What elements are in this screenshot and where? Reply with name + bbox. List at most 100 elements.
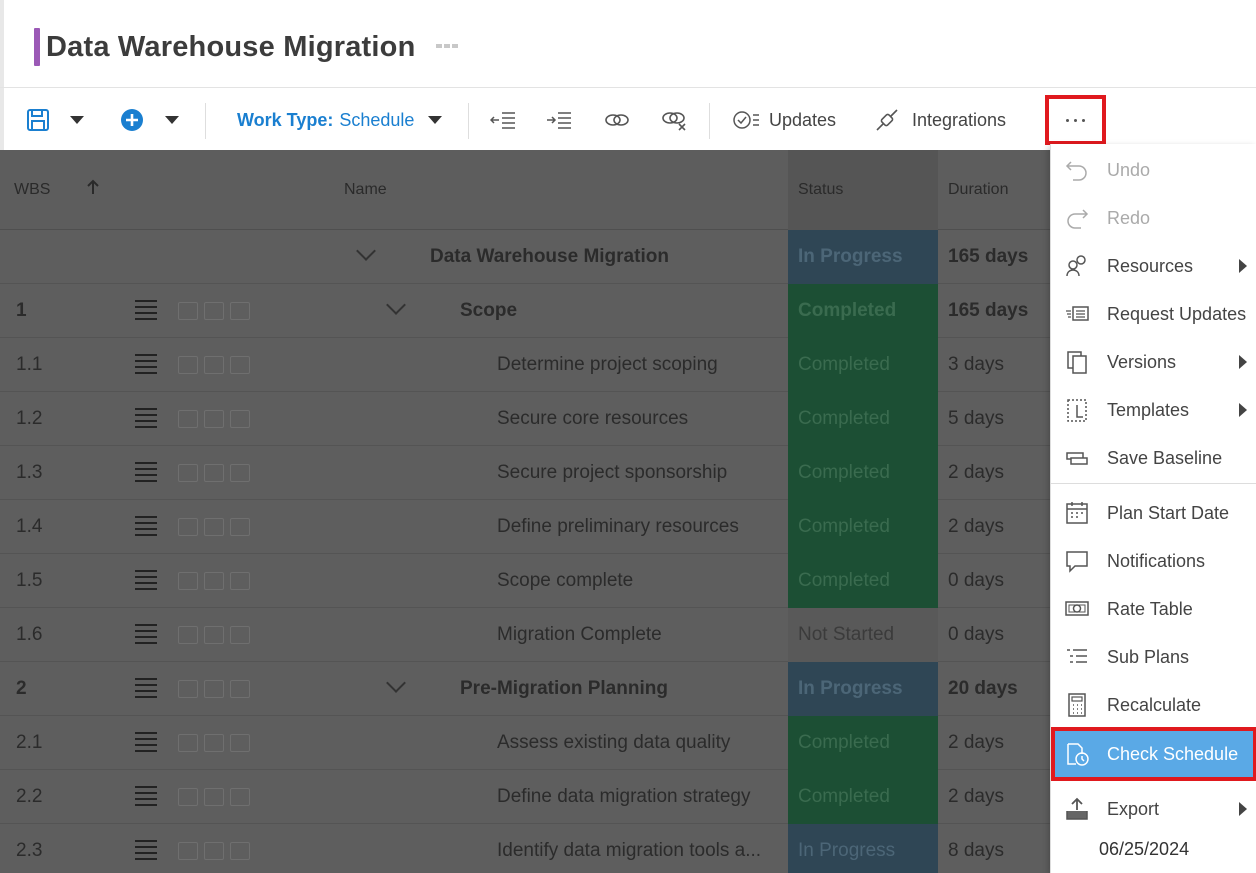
indent-button[interactable] <box>546 89 572 151</box>
duration-cell[interactable]: 2 days <box>948 770 1004 824</box>
status-cell[interactable]: In Progress <box>788 662 938 716</box>
menu-item-recalculate[interactable]: Recalculate <box>1051 681 1256 729</box>
work-type-dropdown[interactable]: Work Type: Schedule <box>237 89 443 151</box>
row-menu-icon[interactable] <box>135 840 157 860</box>
row-menu-icon[interactable] <box>135 732 157 752</box>
task-name[interactable]: Define data migration strategy <box>497 770 750 824</box>
task-name[interactable]: Secure project sponsorship <box>497 446 727 500</box>
menu-item-resources[interactable]: Resources <box>1051 242 1256 290</box>
task-name[interactable]: Scope <box>460 284 517 338</box>
row-indicator-icons[interactable] <box>178 356 250 374</box>
duration-cell[interactable]: 0 days <box>948 554 1004 608</box>
menu-item-export[interactable]: Export <box>1051 785 1256 833</box>
table-row[interactable]: 1.5 Scope complete Completed 0 days <box>0 554 1050 608</box>
table-row[interactable]: 2.1 Assess existing data quality Complet… <box>0 716 1050 770</box>
row-menu-icon[interactable] <box>135 570 157 590</box>
duration-cell[interactable]: 2 days <box>948 446 1004 500</box>
status-cell[interactable]: In Progress <box>788 230 938 284</box>
sort-ascending-icon[interactable] <box>86 179 100 200</box>
task-name[interactable]: Define preliminary resources <box>497 500 739 554</box>
table-row[interactable]: 1.4 Define preliminary resources Complet… <box>0 500 1050 554</box>
duration-cell[interactable]: 3 days <box>948 338 1004 392</box>
menu-item-templates[interactable]: Templates <box>1051 386 1256 434</box>
row-menu-icon[interactable] <box>135 300 157 320</box>
duration-cell[interactable]: 8 days <box>948 824 1004 873</box>
menu-item-undo[interactable]: Undo <box>1051 146 1256 194</box>
duration-header[interactable]: Duration <box>948 181 1008 199</box>
outdent-button[interactable] <box>490 89 516 151</box>
row-indicator-icons[interactable] <box>178 842 250 860</box>
status-header[interactable]: Status <box>798 181 843 199</box>
more-options-button[interactable] <box>1045 95 1106 145</box>
menu-item-request-updates[interactable]: Request Updates <box>1051 290 1256 338</box>
status-cell[interactable]: Completed <box>788 392 938 446</box>
save-dropdown-button[interactable] <box>70 89 84 151</box>
collapse-icon[interactable] <box>356 241 376 261</box>
link-button[interactable] <box>604 89 630 151</box>
table-row[interactable]: 1 Scope Completed 165 days <box>0 284 1050 338</box>
name-header[interactable]: Name <box>344 181 387 199</box>
table-row[interactable]: 1.2 Secure core resources Completed 5 da… <box>0 392 1050 446</box>
row-menu-icon[interactable] <box>135 624 157 644</box>
duration-cell[interactable]: 165 days <box>948 230 1028 284</box>
status-cell[interactable]: Completed <box>788 770 938 824</box>
row-indicator-icons[interactable] <box>178 410 250 428</box>
save-button[interactable] <box>26 89 50 151</box>
menu-item-save-baseline[interactable]: Save Baseline <box>1051 434 1256 482</box>
row-menu-icon[interactable] <box>135 408 157 428</box>
status-cell[interactable]: In Progress <box>788 824 938 873</box>
status-cell[interactable]: Completed <box>788 554 938 608</box>
updates-button[interactable]: Updates <box>733 89 836 151</box>
task-name[interactable]: Identify data migration tools a... <box>497 824 761 873</box>
task-name[interactable]: Assess existing data quality <box>497 716 730 770</box>
task-name[interactable]: Scope complete <box>497 554 633 608</box>
unlink-button[interactable] <box>661 89 689 151</box>
collapse-icon[interactable] <box>386 673 406 693</box>
task-name[interactable]: Data Warehouse Migration <box>430 230 669 284</box>
row-indicator-icons[interactable] <box>178 572 250 590</box>
task-name[interactable]: Secure core resources <box>497 392 688 446</box>
status-cell[interactable]: Completed <box>788 716 938 770</box>
table-row[interactable]: 2.2 Define data migration strategy Compl… <box>0 770 1050 824</box>
row-indicator-icons[interactable] <box>178 302 250 320</box>
task-name[interactable]: Migration Complete <box>497 608 662 662</box>
menu-item-notifications[interactable]: Notifications <box>1051 537 1256 585</box>
row-menu-icon[interactable] <box>135 786 157 806</box>
menu-item-rate-table[interactable]: Rate Table <box>1051 585 1256 633</box>
row-menu-icon[interactable] <box>135 516 157 536</box>
status-cell[interactable]: Completed <box>788 446 938 500</box>
row-menu-icon[interactable] <box>135 678 157 698</box>
status-cell[interactable]: Completed <box>788 284 938 338</box>
duration-cell[interactable]: 2 days <box>948 716 1004 770</box>
add-button[interactable] <box>120 89 144 151</box>
menu-item-check-schedule[interactable]: Check Schedule <box>1051 727 1256 781</box>
row-indicator-icons[interactable] <box>178 518 250 536</box>
integrations-button[interactable]: Integrations <box>874 89 1006 151</box>
title-more-icon[interactable] <box>436 44 458 48</box>
row-indicator-icons[interactable] <box>178 788 250 806</box>
duration-cell[interactable]: 0 days <box>948 608 1004 662</box>
collapse-icon[interactable] <box>386 295 406 315</box>
table-row[interactable]: 1.1 Determine project scoping Completed … <box>0 338 1050 392</box>
row-indicator-icons[interactable] <box>178 464 250 482</box>
table-row[interactable]: Data Warehouse Migration In Progress 165… <box>0 230 1050 284</box>
menu-item-versions[interactable]: Versions <box>1051 338 1256 386</box>
duration-cell[interactable]: 2 days <box>948 500 1004 554</box>
row-indicator-icons[interactable] <box>178 734 250 752</box>
menu-item-sub-plans[interactable]: Sub Plans <box>1051 633 1256 681</box>
add-dropdown-button[interactable] <box>165 89 179 151</box>
status-cell[interactable]: Completed <box>788 338 938 392</box>
row-menu-icon[interactable] <box>135 462 157 482</box>
duration-cell[interactable]: 20 days <box>948 662 1018 716</box>
row-menu-icon[interactable] <box>135 354 157 374</box>
duration-cell[interactable]: 5 days <box>948 392 1004 446</box>
status-cell[interactable]: Not Started <box>788 608 938 662</box>
wbs-header[interactable]: WBS <box>14 181 50 199</box>
page-title[interactable]: Data Warehouse Migration <box>46 31 416 64</box>
row-indicator-icons[interactable] <box>178 680 250 698</box>
task-name[interactable]: Pre-Migration Planning <box>460 662 668 716</box>
table-row[interactable]: 1.3 Secure project sponsorship Completed… <box>0 446 1050 500</box>
duration-cell[interactable]: 165 days <box>948 284 1028 338</box>
row-indicator-icons[interactable] <box>178 626 250 644</box>
menu-item-redo[interactable]: Redo <box>1051 194 1256 242</box>
